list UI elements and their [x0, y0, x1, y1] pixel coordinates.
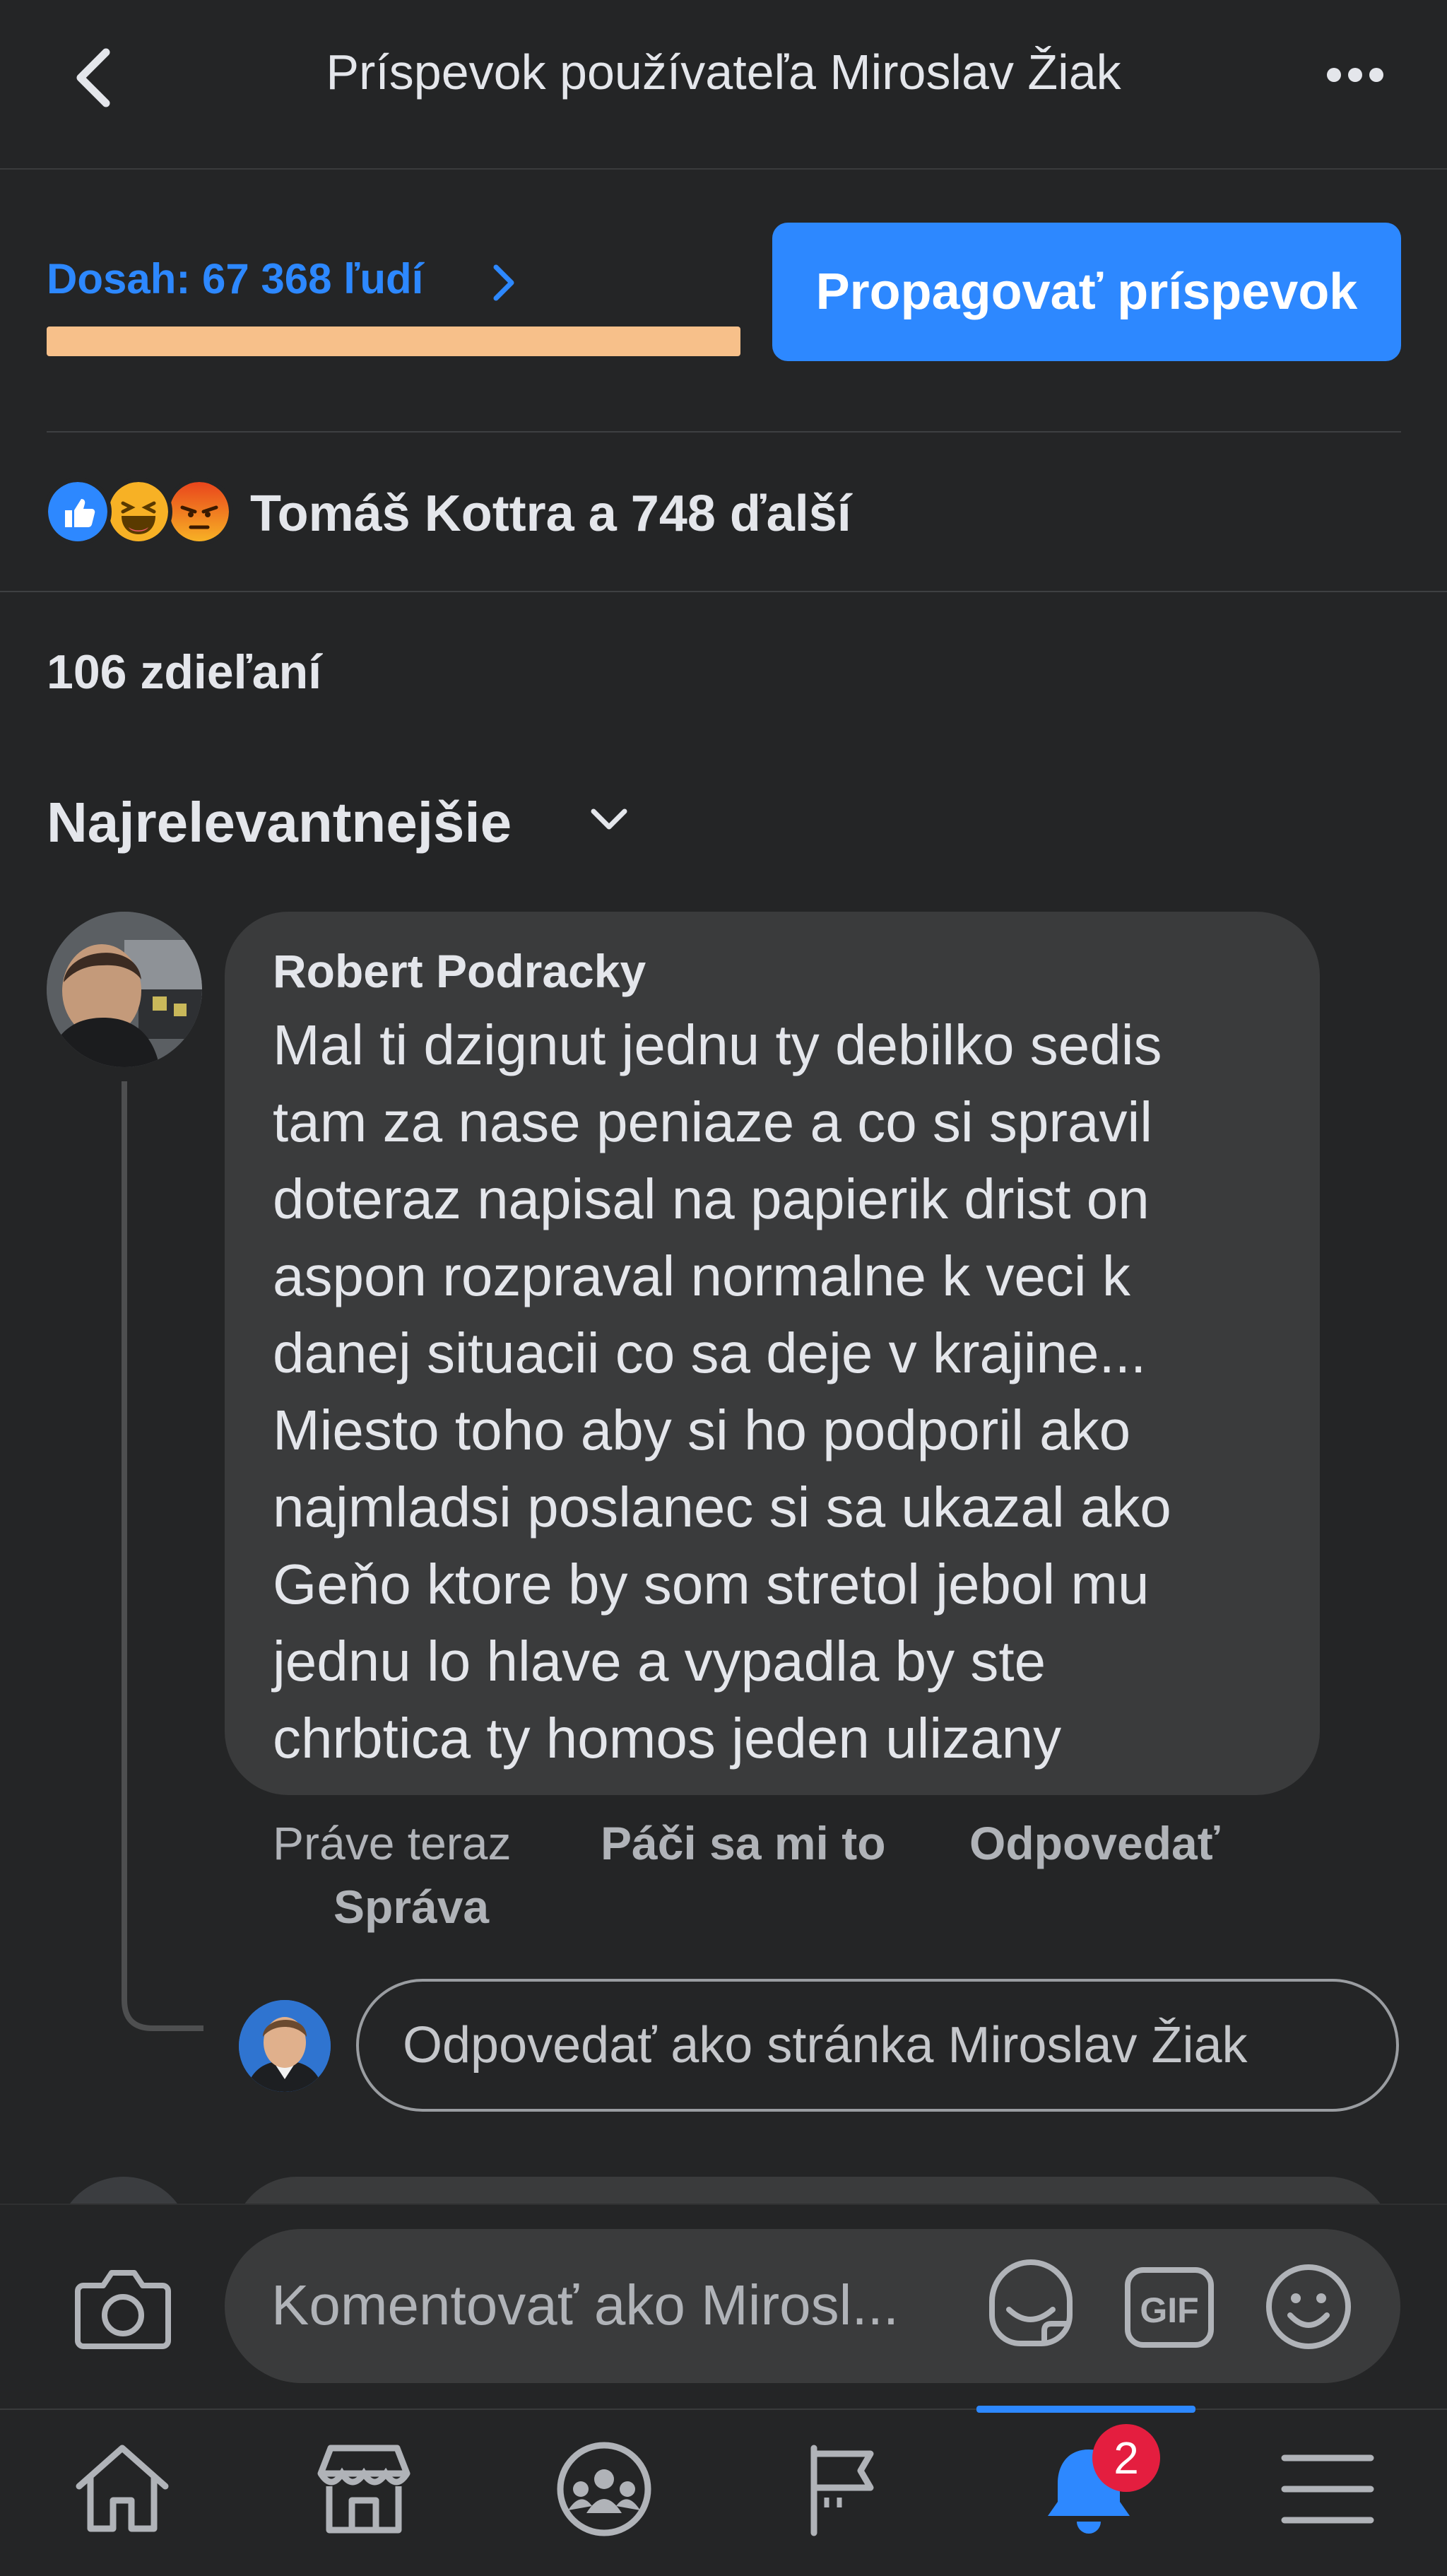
like-icon [44, 478, 112, 546]
camera-icon[interactable] [73, 2262, 172, 2353]
divider [0, 591, 1447, 592]
active-tab-indicator [976, 2406, 1195, 2413]
promote-post-button[interactable]: Propagovať príspevok [772, 223, 1401, 361]
chevron-down-icon[interactable] [588, 806, 630, 834]
like-comment-button[interactable]: Páči sa mi to [601, 1816, 886, 1870]
reply-thread-line [122, 1081, 203, 2031]
menu-icon[interactable] [1275, 2440, 1381, 2539]
avatar[interactable] [47, 912, 202, 1067]
comment-input-placeholder: Komentovať ako Mirosl... [271, 2274, 899, 2336]
more-options-icon[interactable] [1320, 47, 1390, 103]
groups-icon[interactable] [551, 2440, 657, 2539]
haha-icon [105, 478, 172, 546]
svg-text:GIF: GIF [1140, 2290, 1198, 2330]
shares-count[interactable]: 106 zdieľaní [47, 645, 321, 700]
reply-input[interactable]: Odpovedať ako stránka Miroslav Žiak [356, 1979, 1399, 2112]
bottom-navigation [0, 2409, 1447, 2576]
pages-icon[interactable] [793, 2440, 899, 2539]
reach-progress-bar [47, 327, 740, 356]
reactions-summary[interactable]: Tomáš Kottra a 748 ďalší [250, 485, 851, 543]
comment-sort-selector[interactable]: Najrelevantnejšie [47, 790, 512, 855]
commenter-photo [47, 912, 202, 1067]
reach-link[interactable]: Dosah: 67 368 ľudí [47, 254, 423, 303]
page-title: Príspevok používateľa Miroslav Žiak [326, 45, 1121, 100]
sticker-icon[interactable] [984, 2259, 1078, 2353]
comment-author[interactable]: Robert Podracky [273, 944, 646, 998]
angry-icon [165, 478, 233, 546]
emoji-icon[interactable] [1263, 2262, 1354, 2352]
comment-timestamp: Práve teraz [273, 1817, 512, 1869]
page-photo [239, 2000, 331, 2092]
marketplace-icon[interactable] [311, 2440, 417, 2539]
gif-icon[interactable]: GIF [1123, 2266, 1215, 2349]
notifications-badge: 2 [1092, 2424, 1160, 2492]
divider [47, 431, 1401, 433]
chevron-right-icon [493, 264, 514, 301]
comment-text: Mal ti dzignut jednu ty debilko sedis ta… [273, 1013, 1171, 1770]
message-button[interactable]: Správa [333, 1880, 489, 1934]
home-icon[interactable] [69, 2440, 175, 2539]
reply-comment-button[interactable]: Odpovedať [969, 1816, 1219, 1870]
page-avatar [239, 2000, 331, 2092]
